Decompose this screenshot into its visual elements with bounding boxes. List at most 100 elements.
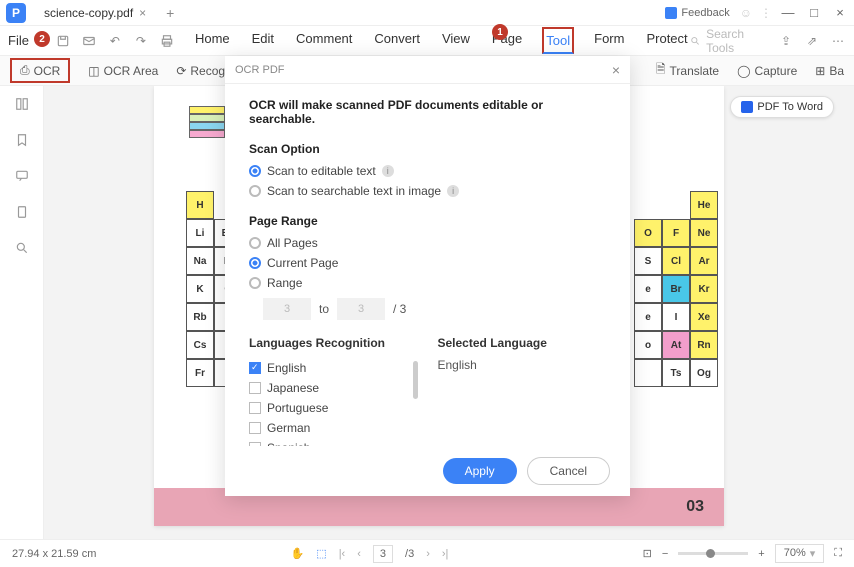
ocr-button[interactable]: ⎙ OCR	[10, 58, 70, 83]
comment-icon[interactable]	[13, 168, 31, 184]
radio-icon	[249, 237, 261, 249]
redo-icon[interactable]: ↷	[133, 33, 149, 49]
last-page-button[interactable]: ›|	[442, 548, 449, 560]
zoom-in-button[interactable]: +	[758, 548, 764, 560]
file-menu[interactable]: File	[8, 33, 29, 48]
radio-editable[interactable]: Scan to editable text i	[249, 164, 606, 178]
total-pages: /3	[405, 548, 414, 560]
translate-label: Translate	[670, 64, 720, 78]
menu-protect[interactable]: Protect	[644, 27, 689, 54]
language-option[interactable]: German	[249, 418, 418, 438]
maximize-button[interactable]: □	[806, 5, 822, 20]
language-option[interactable]: English	[249, 358, 418, 378]
range-to-label: to	[319, 302, 329, 316]
radio-all-label: All Pages	[267, 236, 318, 250]
fit-page-icon[interactable]: ⊡	[643, 547, 652, 560]
titlebar: P science-copy.pdf × + Feedback ☺ ⋮ — □ …	[0, 0, 854, 26]
feedback-button[interactable]: Feedback	[665, 7, 729, 19]
user-icon[interactable]: ☺	[740, 6, 752, 20]
radio-editable-label: Scan to editable text	[267, 164, 376, 178]
languages-heading: Languages Recognition	[249, 336, 418, 350]
range-from-input[interactable]	[263, 298, 311, 320]
more-icon[interactable]: ⋯	[830, 33, 846, 49]
share-icon[interactable]: ⇗	[804, 33, 820, 49]
radio-all-pages[interactable]: All Pages	[249, 236, 606, 250]
element-cell: F	[662, 219, 690, 247]
recognize-button[interactable]: ⟳ Recogn	[176, 64, 231, 78]
close-icon[interactable]: ×	[139, 6, 146, 20]
selected-language-value: English	[438, 358, 607, 372]
dialog-header: OCR PDF ×	[225, 56, 630, 84]
fullscreen-icon[interactable]: ⛶	[834, 547, 842, 560]
zoom-out-button[interactable]: −	[662, 548, 668, 560]
document-tab[interactable]: science-copy.pdf ×	[34, 2, 156, 24]
search-panel-icon[interactable]	[13, 240, 31, 256]
undo-icon[interactable]: ↶	[107, 33, 123, 49]
element-cell: K	[186, 275, 214, 303]
close-window-button[interactable]: ×	[832, 5, 848, 20]
batch-label: Ba	[829, 64, 844, 78]
radio-icon	[249, 277, 261, 289]
info-icon[interactable]: i	[382, 165, 394, 177]
element-cell: Cl	[662, 247, 690, 275]
cancel-button[interactable]: Cancel	[527, 457, 610, 485]
element-cell: I	[662, 303, 690, 331]
menu-edit[interactable]: Edit	[250, 27, 276, 54]
element-cell: Ts	[662, 359, 690, 387]
batch-button[interactable]: ⊞ Ba	[815, 64, 844, 78]
upload-icon[interactable]: ⇪	[778, 33, 794, 49]
menu-form[interactable]: Form	[592, 27, 626, 54]
minimize-button[interactable]: —	[780, 5, 796, 20]
checkbox-icon	[249, 362, 261, 374]
translate-button[interactable]: 🗎 Translate	[656, 60, 719, 81]
zoom-level[interactable]: 70%▾	[775, 544, 825, 563]
thumbnails-icon[interactable]	[13, 96, 31, 112]
range-to-input[interactable]	[337, 298, 385, 320]
menu-home[interactable]: Home	[193, 27, 232, 54]
apply-button[interactable]: Apply	[443, 458, 517, 484]
language-list[interactable]: EnglishJapanesePortugueseGermanSpanishFr…	[249, 358, 418, 446]
capture-button[interactable]: ◯ Capture	[737, 64, 797, 78]
current-page-input[interactable]: 3	[373, 545, 393, 563]
mail-icon[interactable]	[81, 33, 97, 49]
add-tab-button[interactable]: +	[166, 5, 174, 21]
hand-tool-icon[interactable]: ✋	[291, 547, 305, 560]
prev-page-button[interactable]: ‹	[357, 548, 361, 560]
language-label: Portuguese	[267, 401, 328, 415]
radio-current-page[interactable]: Current Page	[249, 256, 606, 270]
search-tools[interactable]: Search Tools	[690, 27, 766, 55]
first-page-button[interactable]: |‹	[339, 548, 346, 560]
ocr-area-button[interactable]: ◫ OCR Area	[88, 64, 158, 78]
zoom-slider-thumb[interactable]	[706, 549, 715, 558]
dialog-close-button[interactable]: ×	[612, 62, 620, 78]
checkbox-icon	[249, 402, 261, 414]
attachment-icon[interactable]	[13, 204, 31, 220]
print-icon[interactable]	[159, 33, 175, 49]
element-cell: Rn	[690, 331, 718, 359]
save-icon[interactable]	[55, 33, 71, 49]
zoom-slider[interactable]	[678, 552, 748, 555]
info-icon[interactable]: i	[447, 185, 459, 197]
element-cell: Ne	[690, 219, 718, 247]
bookmark-icon[interactable]	[13, 132, 31, 148]
language-option[interactable]: Portuguese	[249, 398, 418, 418]
ocr-label: OCR	[34, 64, 61, 78]
language-option[interactable]: Japanese	[249, 378, 418, 398]
radio-searchable[interactable]: Scan to searchable text in image i	[249, 184, 606, 198]
radio-range[interactable]: Range	[249, 276, 606, 290]
word-icon	[741, 101, 753, 113]
scrollbar-thumb[interactable]	[413, 361, 418, 399]
translate-icon: 🗎	[656, 60, 666, 81]
next-page-button[interactable]: ›	[426, 548, 430, 560]
menu-tool[interactable]: Tool	[542, 27, 574, 54]
pdf-to-word-button[interactable]: PDF To Word	[730, 96, 834, 118]
element-cell: At	[662, 331, 690, 359]
page-dimensions: 27.94 x 21.59 cm	[12, 548, 96, 560]
element-cell: Kr	[690, 275, 718, 303]
select-tool-icon[interactable]: ⬚	[316, 547, 326, 560]
radio-range-label: Range	[267, 276, 302, 290]
menu-convert[interactable]: Convert	[372, 27, 422, 54]
menu-comment[interactable]: Comment	[294, 27, 354, 54]
language-option[interactable]: Spanish	[249, 438, 418, 446]
menu-view[interactable]: View	[440, 27, 472, 54]
